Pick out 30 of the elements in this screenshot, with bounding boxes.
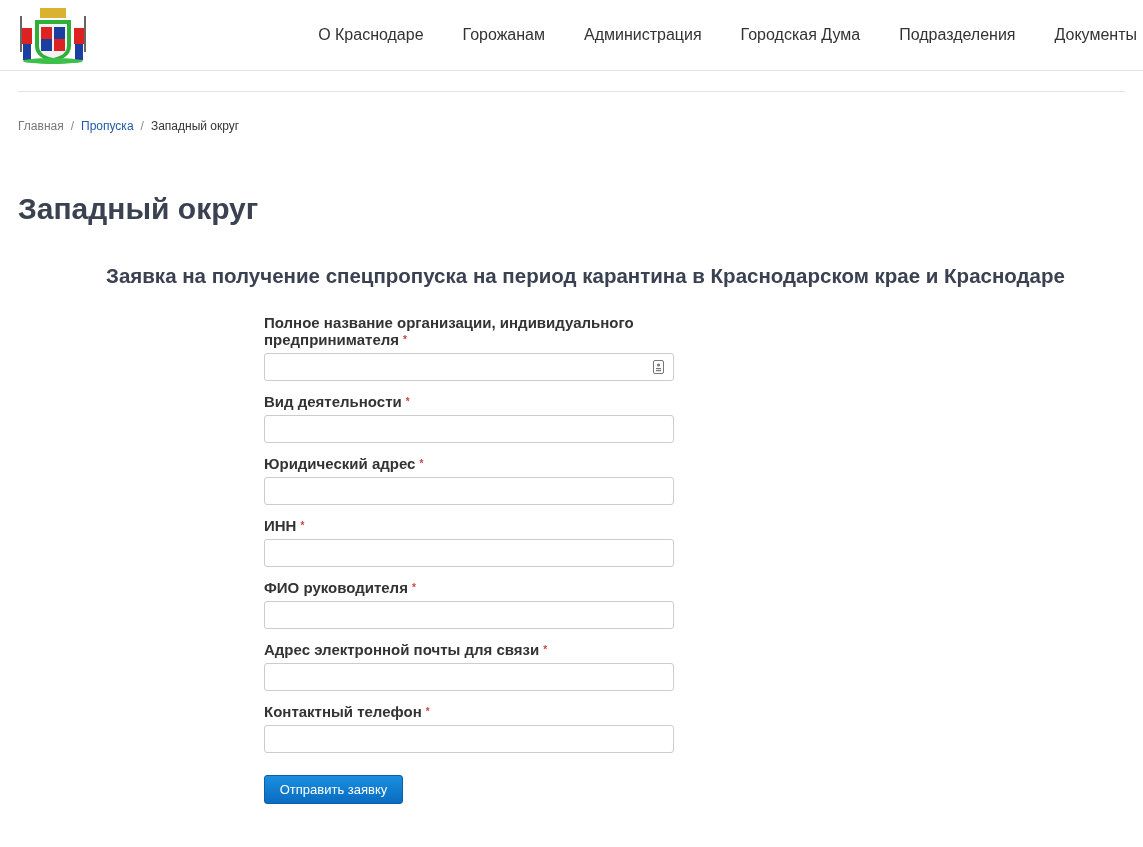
input-field[interactable] bbox=[264, 663, 674, 691]
nav-link[interactable]: Городская Дума bbox=[740, 26, 861, 44]
nav-link[interactable]: О Краснодаре bbox=[318, 26, 424, 44]
field-label: Юридический адрес * bbox=[264, 455, 425, 472]
contact-card-icon[interactable] bbox=[653, 360, 664, 374]
nav-link[interactable]: Подразделения bbox=[899, 26, 1016, 44]
breadcrumb-separator: / bbox=[70, 119, 75, 133]
breadcrumb-separator: / bbox=[140, 119, 144, 133]
nav-link[interactable]: Администрация bbox=[584, 26, 702, 44]
input-field[interactable] bbox=[264, 353, 674, 381]
input-field[interactable] bbox=[264, 601, 674, 629]
breadcrumb-link[interactable]: Главная bbox=[18, 119, 64, 133]
input-field[interactable] bbox=[264, 725, 674, 753]
input-field[interactable] bbox=[264, 415, 674, 443]
field-label: Контактный телефон * bbox=[264, 703, 431, 720]
field-label: ИНН * bbox=[264, 517, 306, 534]
nav-link[interactable]: Горожанам bbox=[462, 26, 545, 44]
nav-link[interactable]: Документы bbox=[1054, 26, 1137, 44]
field-label: Полное название организации, индивидуального предпринимателя * bbox=[264, 314, 635, 348]
city-crest-logo bbox=[18, 6, 88, 64]
form-title: Заявка на получение спецпропуска на период карантина в Краснодарском крае и Краснодаре bbox=[105, 264, 1066, 288]
field-label: ФИО руководителя * bbox=[264, 579, 417, 596]
field-label: Вид деятельности * bbox=[264, 393, 411, 410]
breadcrumb-current: Западный округ bbox=[150, 119, 240, 133]
input-field[interactable] bbox=[264, 477, 674, 505]
page-title: Западный округ bbox=[18, 192, 260, 226]
submit-button[interactable]: Отправить заявку bbox=[264, 775, 403, 804]
breadcrumb-link[interactable]: Пропуска bbox=[81, 119, 134, 133]
field-label: Адрес электронной почты для связи * bbox=[264, 641, 549, 658]
input-field[interactable] bbox=[264, 539, 674, 567]
